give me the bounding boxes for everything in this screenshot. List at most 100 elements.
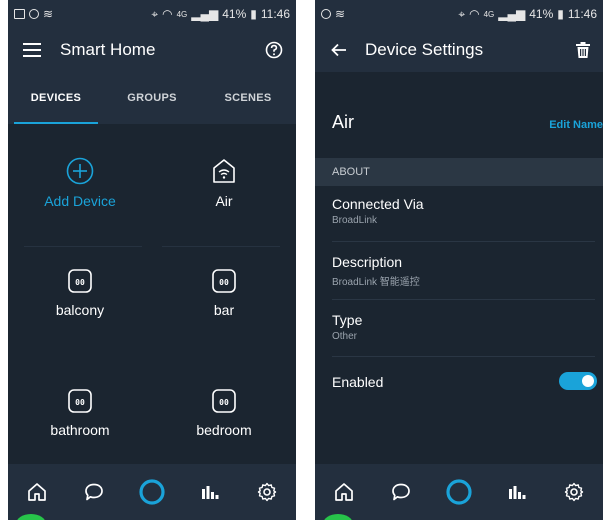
device-tile-air[interactable]: Air (152, 124, 296, 242)
item-subtitle: BroadLink (332, 215, 378, 226)
plug-icon: 00 (68, 269, 92, 293)
gear-icon (257, 482, 277, 502)
item-title: Type (332, 312, 363, 328)
help-button[interactable] (262, 38, 286, 62)
gallery-notification-icon (14, 9, 25, 19)
nav-communicate[interactable] (381, 472, 421, 512)
about-list: Connected Via BroadLink Description Broa… (315, 186, 603, 464)
bottom-nav (315, 464, 603, 520)
help-icon (265, 41, 283, 59)
app-bar: Device Settings (315, 28, 603, 72)
device-tile-bar[interactable]: 00 bar (152, 234, 296, 352)
svg-text:00: 00 (75, 278, 85, 287)
plug-icon: 00 (212, 389, 236, 413)
svg-text:00: 00 (219, 278, 229, 287)
plug-icon: 00 (212, 269, 236, 293)
home-icon (27, 483, 46, 501)
device-label: balcony (55, 302, 105, 318)
nav-home[interactable] (324, 472, 364, 512)
battery-label: 41% (222, 7, 247, 21)
item-title: Description (332, 254, 403, 270)
bottom-nav (8, 464, 296, 520)
menu-button[interactable] (20, 38, 44, 62)
status-bar: ≋ ⌖ ◠ 4G ▂▄▆ 41% ▮ 11:46 (8, 0, 296, 28)
divider (332, 356, 595, 357)
page-title: Smart Home (60, 40, 156, 59)
nav-alexa[interactable] (439, 472, 479, 512)
nav-devices[interactable] (247, 472, 287, 512)
battery-icon: ▮ (250, 7, 257, 21)
item-subtitle: BroadLink 智能遥控 (332, 277, 420, 288)
device-label: Add Device (44, 193, 116, 209)
tab-devices[interactable]: DEVICES (8, 72, 104, 124)
page-title: Device Settings (365, 40, 484, 59)
clock: 11:46 (260, 7, 290, 21)
section-header: ABOUT (315, 158, 603, 186)
item-title: Connected Via (332, 196, 424, 212)
tab-bar: DEVICES GROUPS SCENES (8, 72, 296, 124)
tab-scenes[interactable]: SCENES (200, 72, 296, 124)
clock: 11:46 (567, 7, 597, 21)
svg-text:00: 00 (75, 398, 85, 407)
status-bar: ≋ ⌖ ◠ 4G ▂▄▆ 41% ▮ 11:46 (315, 0, 603, 28)
smart-home-screen: ≋ ⌖ ◠ 4G ▂▄▆ 41% ▮ 11:46 Smart Home DEVI… (8, 0, 296, 520)
wifi-notification-icon: ≋ (335, 7, 346, 21)
device-tile-balcony[interactable]: 00 balcony (8, 234, 152, 352)
add-device-button[interactable]: Add Device (8, 124, 152, 242)
house-wifi-icon (213, 159, 235, 183)
device-grid: Add Device Air 00 balcony 00 bar 00 bath… (8, 124, 296, 464)
back-button[interactable] (327, 38, 351, 62)
device-settings-screen: ≋ ⌖ ◠ 4G ▂▄▆ 41% ▮ 11:46 Device Settings… (315, 0, 603, 520)
circle-notification-icon (321, 9, 331, 19)
battery-icon: ▮ (557, 7, 564, 21)
nav-alexa[interactable] (132, 472, 172, 512)
device-name: Air (332, 112, 354, 132)
enabled-toggle[interactable] (559, 372, 597, 390)
add-circle-icon (66, 157, 94, 185)
nav-communicate[interactable] (74, 472, 114, 512)
edit-name-link[interactable]: Edit Name (549, 119, 603, 131)
divider (332, 241, 595, 242)
tab-groups[interactable]: GROUPS (104, 72, 200, 124)
alexa-ring-icon (139, 479, 165, 505)
divider (332, 299, 595, 300)
signal-icon: ▂▄▆ (498, 7, 526, 21)
delete-button[interactable] (571, 38, 595, 62)
device-tile-bathroom[interactable]: 00 bathroom (8, 354, 152, 472)
home-icon (334, 483, 353, 501)
signal-icon: ▂▄▆ (191, 7, 219, 21)
connected-via-item: Connected Via BroadLink (332, 196, 603, 226)
chat-bubble-icon (392, 483, 411, 501)
svg-text:00: 00 (219, 398, 229, 407)
hamburger-icon (23, 43, 41, 57)
location-icon: ⌖ (151, 6, 159, 21)
nav-play[interactable] (190, 472, 230, 512)
battery-label: 41% (529, 7, 554, 21)
device-label: Air (215, 193, 233, 209)
trash-icon (576, 42, 590, 58)
wifi-notification-icon: ≋ (43, 7, 54, 21)
nav-devices[interactable] (554, 472, 594, 512)
circle-notification-icon (29, 9, 39, 19)
wifi-icon: ◠ (469, 7, 480, 21)
description-item: Description BroadLink 智能遥控 (332, 254, 603, 288)
type-item: Type Other (332, 312, 603, 342)
network-label: 4G (176, 9, 188, 19)
equalizer-icon (508, 486, 526, 499)
back-arrow-icon (331, 43, 346, 57)
app-bar: Smart Home (8, 28, 296, 72)
device-label: bar (213, 302, 235, 318)
toggle-knob (582, 375, 594, 387)
wifi-icon: ◠ (162, 7, 173, 21)
plug-icon: 00 (68, 389, 92, 413)
nav-home[interactable] (17, 472, 57, 512)
nav-play[interactable] (497, 472, 537, 512)
location-icon: ⌖ (458, 6, 466, 21)
device-tile-bedroom[interactable]: 00 bedroom (152, 354, 296, 472)
gear-icon (564, 482, 584, 502)
chat-bubble-icon (85, 483, 104, 501)
equalizer-icon (201, 486, 219, 499)
device-label: bedroom (196, 422, 252, 438)
alexa-ring-icon (446, 479, 472, 505)
network-label: 4G (483, 9, 495, 19)
